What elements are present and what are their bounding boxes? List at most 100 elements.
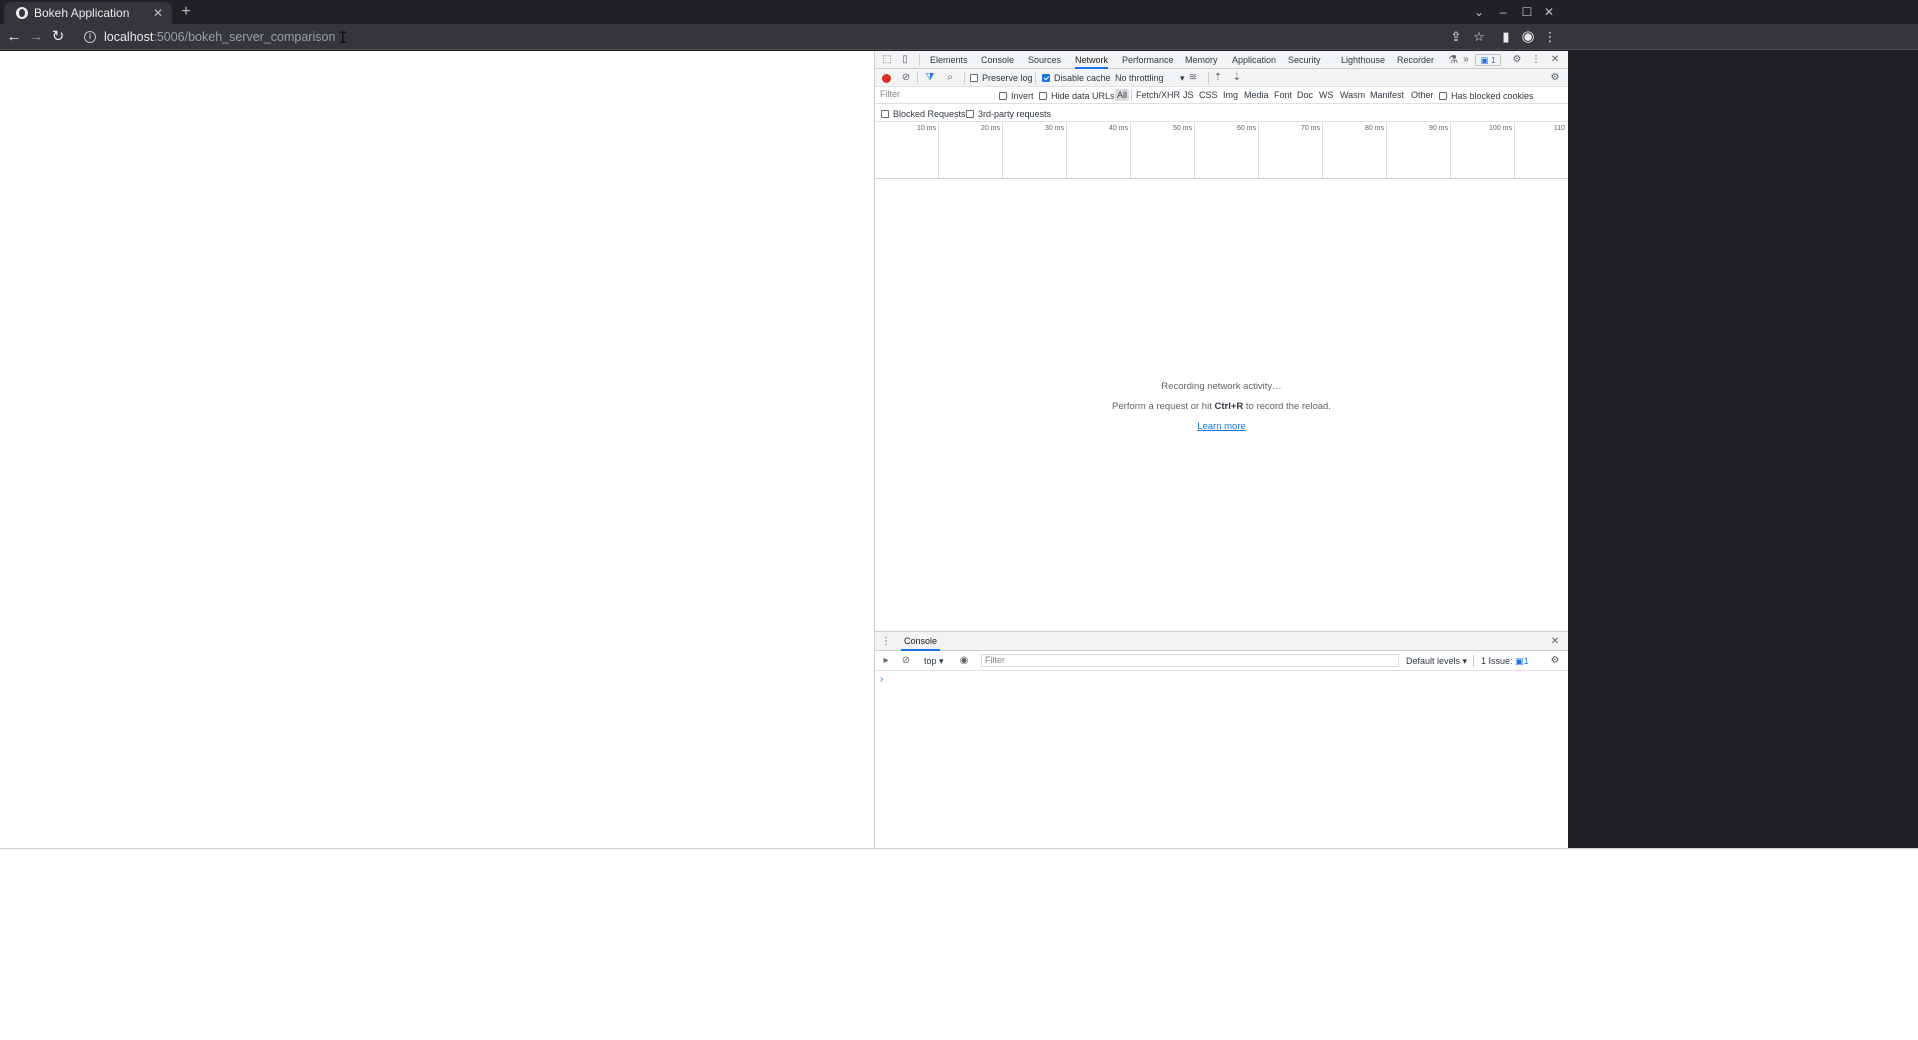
timeline-tick: 30 ms (1044, 125, 1064, 132)
close-tab-icon[interactable]: ✕ (150, 5, 166, 21)
filter-icon[interactable]: ⧩ (923, 71, 937, 85)
tab-console[interactable]: Console (981, 51, 1014, 69)
info-icon[interactable]: i (84, 31, 96, 43)
close-window-icon[interactable]: ✕ (1538, 3, 1560, 21)
drawer-menu-icon[interactable]: ⋮ (879, 635, 893, 649)
settings-icon[interactable]: ⚙ (1510, 53, 1524, 67)
tab-elements[interactable]: Elements (930, 51, 968, 69)
context-select[interactable]: top ▾ (924, 656, 944, 667)
hide-data-urls-checkbox[interactable]: Hide data URLs (1039, 91, 1115, 101)
has-blocked-cookies-checkbox[interactable]: Has blocked cookies (1439, 91, 1534, 101)
learn-more-link[interactable]: Learn more (1197, 421, 1246, 432)
type-filter-img[interactable]: Img (1221, 89, 1240, 101)
disable-cache-label: Disable cache (1054, 73, 1111, 83)
type-filter-js[interactable]: JS (1181, 89, 1196, 101)
third-party-requests-checkbox[interactable]: 3rd-party requests (966, 109, 1051, 119)
preserve-log-checkbox[interactable]: Preserve log (970, 73, 1033, 83)
timeline-tick: 90 ms (1428, 125, 1448, 132)
browser-tab[interactable]: Bokeh Application ✕ (4, 2, 172, 24)
inspect-element-icon[interactable]: ⬚ (880, 53, 894, 67)
close-devtools-icon[interactable]: ✕ (1548, 53, 1562, 67)
timeline-tick: 70 ms (1300, 125, 1320, 132)
new-tab-button[interactable]: + (176, 3, 196, 23)
type-filter-font[interactable]: Font (1272, 89, 1294, 101)
hide-data-urls-label: Hide data URLs (1051, 91, 1115, 101)
network-overview-timeline[interactable]: 10 ms 20 ms 30 ms 40 ms 50 ms 60 ms 70 m… (875, 122, 1568, 179)
tab-security[interactable]: Security (1288, 51, 1321, 69)
side-panel-icon[interactable]: ▮ (1496, 27, 1516, 47)
network-empty-state: Recording network activity… Perform a re… (875, 377, 1568, 437)
browser-toolbar: ← → ↻ i localhost:5006/bokeh_server_comp… (0, 24, 1918, 50)
disable-cache-checkbox[interactable]: Disable cache (1042, 73, 1111, 83)
console-issues-count: 1 (1523, 656, 1529, 666)
clear-icon[interactable]: ⊘ (899, 71, 913, 85)
tab-search-icon[interactable]: ⌄ (1468, 3, 1490, 21)
maximize-icon[interactable]: ☐ (1516, 3, 1538, 21)
customize-menu-icon[interactable]: ⋮ (1529, 53, 1543, 67)
tab-performance[interactable]: Performance (1122, 51, 1174, 69)
tab-application[interactable]: Application (1232, 51, 1276, 69)
import-har-icon[interactable]: ⇡ (1211, 71, 1225, 85)
console-issues-button[interactable]: 1 Issue: ▣1 (1481, 656, 1529, 667)
minimize-icon[interactable]: – (1492, 3, 1514, 21)
type-filter-doc[interactable]: Doc (1295, 89, 1315, 101)
tab-memory[interactable]: Memory (1185, 51, 1218, 69)
star-icon[interactable]: ☆ (1469, 27, 1489, 47)
reload-icon[interactable]: ↻ (48, 27, 68, 47)
tab-sources[interactable]: Sources (1028, 51, 1061, 69)
page-bottom-area (0, 848, 1918, 1040)
menu-icon[interactable]: ⋮ (1540, 27, 1560, 47)
network-filter-input[interactable]: Filter (878, 88, 990, 101)
network-conditions-icon[interactable]: ≋ (1186, 71, 1200, 85)
tab-recorder[interactable]: Recorder (1397, 51, 1434, 69)
console-prompt[interactable]: › (880, 674, 883, 685)
drawer-tab-console[interactable]: Console (901, 632, 941, 651)
search-icon[interactable]: ⌕ (943, 71, 957, 85)
console-settings-icon[interactable]: ⚙ (1548, 654, 1562, 668)
drawer-tab-strip: ⋮ Console ✕ (875, 632, 1568, 651)
network-filter-row: Filter Invert Hide data URLs All Fetch/X… (875, 87, 1568, 104)
timeline-tick: 110 (1553, 125, 1565, 132)
log-levels-select[interactable]: Default levels ▾ (1406, 656, 1467, 667)
export-har-icon[interactable]: ⇣ (1230, 71, 1244, 85)
tab-lighthouse[interactable]: Lighthouse (1341, 51, 1385, 69)
blocked-requests-checkbox[interactable]: Blocked Requests (881, 109, 966, 119)
issue-chat-icon: ▣ (1515, 656, 1524, 666)
close-drawer-icon[interactable]: ✕ (1548, 635, 1562, 649)
dropdown-arrow-icon: ▾ (1180, 73, 1185, 83)
device-toolbar-icon[interactable]: ▯ (898, 53, 912, 67)
console-issues-label: 1 Issue: (1481, 656, 1513, 666)
devtools-panel: ⬚ ▯ Elements Console Sources Network Per… (874, 51, 1568, 848)
tab-network[interactable]: Network (1075, 51, 1109, 69)
issues-badge-count: 1 (1490, 55, 1496, 65)
type-filter-fetch-xhr[interactable]: Fetch/XHR (1134, 89, 1182, 101)
type-filter-all[interactable]: All (1115, 89, 1130, 101)
more-tabs-icon[interactable]: » (1459, 53, 1473, 67)
live-expression-eye-icon[interactable]: ◉ (957, 654, 971, 668)
preserve-log-label: Preserve log (982, 73, 1033, 83)
forward-icon[interactable]: → (26, 27, 46, 47)
network-settings-icon[interactable]: ⚙ (1548, 71, 1562, 85)
url-path: :5006/bokeh_server_comparison (153, 30, 336, 44)
console-sidebar-icon[interactable]: ▸ (879, 654, 893, 668)
console-filter-input[interactable]: Filter (981, 654, 1399, 667)
record-button[interactable] (882, 74, 891, 83)
reload-shortcut: Ctrl+R (1214, 401, 1244, 412)
type-filter-wasm[interactable]: Wasm (1338, 89, 1367, 101)
type-filter-media[interactable]: Media (1242, 89, 1271, 101)
share-icon[interactable]: ⇪ (1446, 27, 1466, 47)
console-toolbar: ▸ ⊘ top ▾ ◉ Filter Default levels ▾ 1 Is… (875, 651, 1568, 671)
profile-icon[interactable]: ◉ (1518, 27, 1538, 47)
title-bar: Bokeh Application ✕ + ⌄ – ☐ ✕ (0, 0, 1918, 24)
throttling-select[interactable]: No throttling ▾ (1115, 73, 1185, 84)
back-icon[interactable]: ← (4, 27, 24, 47)
clear-console-icon[interactable]: ⊘ (899, 654, 913, 668)
issues-badge[interactable]: ▣ 1 (1475, 54, 1501, 66)
type-filter-ws[interactable]: WS (1317, 89, 1336, 101)
type-filter-css[interactable]: CSS (1197, 89, 1220, 101)
type-filter-manifest[interactable]: Manifest (1368, 89, 1406, 101)
network-toolbar: ⊘ ⧩ ⌕ Preserve log Disable cache No thro… (875, 69, 1568, 87)
blocked-requests-label: Blocked Requests (893, 109, 966, 119)
invert-checkbox[interactable]: Invert (999, 91, 1034, 101)
type-filter-other[interactable]: Other (1409, 89, 1436, 101)
